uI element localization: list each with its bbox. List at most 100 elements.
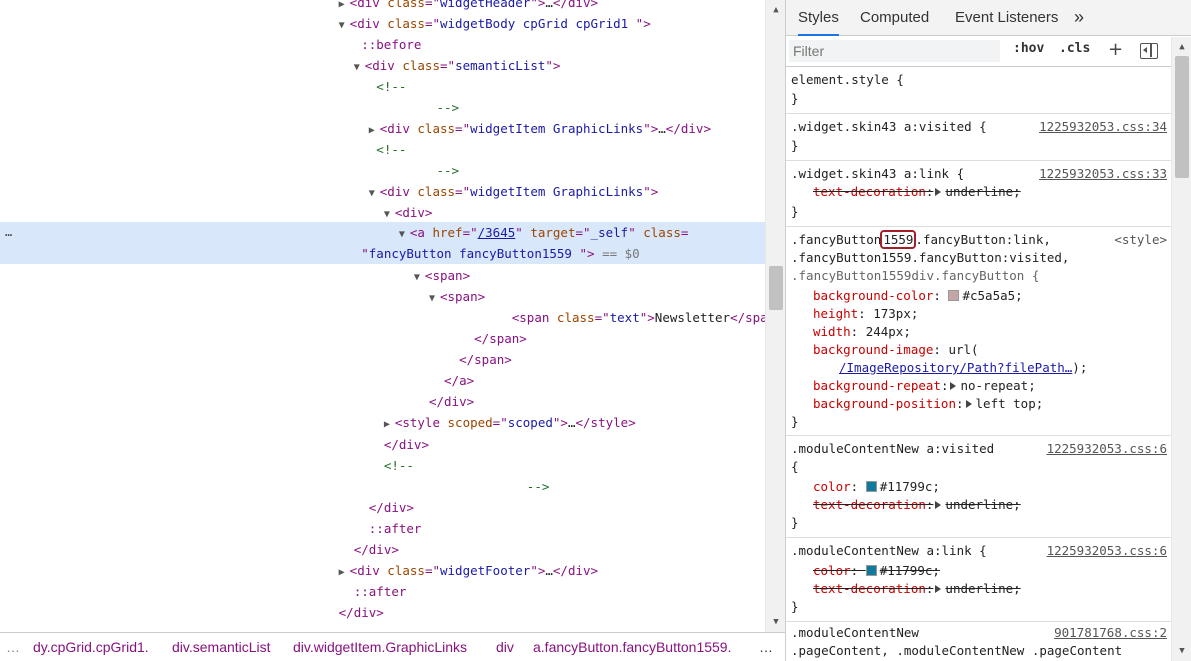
expand-shorthand-icon[interactable] xyxy=(935,501,942,509)
rule-widget-visited[interactable]: .widget.skin43 a:visited { 1225932053.cs… xyxy=(786,114,1171,161)
dom-node-span[interactable]: ▼ <span> xyxy=(0,286,765,307)
hover-state-button[interactable]: :hov xyxy=(1013,41,1044,56)
dom-comment-close[interactable]: --> xyxy=(0,160,765,181)
dom-node-anchor-selected[interactable]: … ▼ <a href="/3645" target="_self" class=… xyxy=(0,222,765,264)
expand-shorthand-icon[interactable] xyxy=(935,585,942,593)
dom-close-div[interactable]: </div> xyxy=(0,391,765,412)
expand-triangle-icon[interactable]: ▶ xyxy=(369,120,380,141)
tab-computed[interactable]: Computed xyxy=(860,0,929,36)
dom-pseudo-before[interactable]: ::before xyxy=(0,34,765,55)
breadcrumb-item-div[interactable]: div xyxy=(496,633,514,661)
tab-styles[interactable]: Styles xyxy=(798,0,839,36)
expand-shorthand-icon[interactable] xyxy=(950,382,957,390)
new-style-rule-icon[interactable]: + xyxy=(1108,39,1123,60)
breadcrumb-item-widget-body[interactable]: dy.cpGrid.cpGrid1. xyxy=(33,633,149,661)
scroll-up-arrow-icon[interactable]: ▲ xyxy=(770,4,782,16)
dom-close-a[interactable]: </a> xyxy=(0,370,765,391)
tab-event-listeners[interactable]: Event Listeners xyxy=(955,0,1058,36)
rule-source-link[interactable]: 1225932053.css:34 xyxy=(1039,118,1167,136)
declaration-background-image[interactable]: background-image: url( xyxy=(813,341,979,359)
scroll-down-arrow-icon[interactable]: ▼ xyxy=(770,616,782,628)
rule-module-visited[interactable]: .moduleContentNew a:visited 1225932053.c… xyxy=(786,436,1171,538)
rule-source-link[interactable]: 901781768.css:2 xyxy=(1054,624,1167,642)
collapse-triangle-icon[interactable]: ▼ xyxy=(354,57,365,78)
dom-node-style[interactable]: ▶ <style scoped="scoped">…</style> xyxy=(0,412,765,433)
image-url-link[interactable]: /ImageRepository/Path?filePath… xyxy=(839,360,1072,375)
declaration-height[interactable]: height: 173px; xyxy=(813,305,918,323)
overridden-declaration[interactable]: text-decoration: underline; xyxy=(813,183,1021,201)
dom-node-semantic-list[interactable]: ▼ <div class="semanticList"> xyxy=(0,55,765,76)
rule-source-link[interactable]: 1225932053.css:33 xyxy=(1039,165,1167,183)
dom-comment-close[interactable]: --> xyxy=(0,476,765,497)
dom-close-span[interactable]: </span> xyxy=(0,349,765,370)
dom-close-div[interactable]: </div> xyxy=(0,434,765,455)
rule-source-link[interactable]: 1225932053.css:6 xyxy=(1047,440,1167,458)
dom-close-div[interactable]: </div> xyxy=(0,539,765,560)
dom-node-widget-header[interactable]: ▶ <div class="widgetHeader">…</div> xyxy=(0,0,765,13)
dom-comment-open[interactable]: <!-- xyxy=(0,139,765,160)
dom-node-widget-footer[interactable]: ▶ <div class="widgetFooter">…</div> xyxy=(0,560,765,581)
expand-triangle-icon[interactable]: ▶ xyxy=(339,562,350,583)
collapse-triangle-icon[interactable]: ▼ xyxy=(399,224,410,245)
rule-element-style[interactable]: element.style { } xyxy=(786,67,1171,114)
declaration-background-color[interactable]: background-color: #c5a5a5; xyxy=(813,287,1023,305)
expand-triangle-icon[interactable]: ▶ xyxy=(384,414,395,435)
breadcrumb-item-anchor[interactable]: a.fancyButton.fancyButton1559. xyxy=(533,633,731,661)
dom-close-span[interactable]: </span> xyxy=(0,328,765,349)
dom-pseudo-after[interactable]: ::after xyxy=(0,581,765,602)
toggle-sidebar-icon[interactable] xyxy=(1140,43,1158,59)
expand-shorthand-icon[interactable] xyxy=(935,188,942,196)
declaration-background-repeat[interactable]: background-repeat: no-repeat; xyxy=(813,377,1036,395)
scroll-down-arrow-icon[interactable]: ▼ xyxy=(1176,645,1188,657)
overridden-declaration[interactable]: text-decoration: underline; xyxy=(813,580,1021,598)
dom-node-widget-item-expanded[interactable]: ▼ <div class="widgetItem GraphicLinks"> xyxy=(0,181,765,202)
dom-close-div[interactable]: </div> xyxy=(0,497,765,518)
rule-fancy-button[interactable]: .fancyButton 1559 .fancyButton:link, <styl… xyxy=(786,227,1171,436)
dom-node-span[interactable]: ▼ <span> xyxy=(0,265,765,286)
collapse-triangle-icon[interactable]: ▼ xyxy=(429,288,440,309)
dom-node-widget-item-collapsed[interactable]: ▶ <div class="widgetItem GraphicLinks">…<… xyxy=(0,118,765,139)
declaration-background-position[interactable]: background-position: left top; xyxy=(813,395,1043,413)
scrollbar-thumb[interactable] xyxy=(769,266,783,310)
collapse-triangle-icon[interactable]: ▼ xyxy=(339,15,350,36)
breadcrumb-item-widget-item[interactable]: div.widgetItem.GraphicLinks xyxy=(293,633,467,661)
breadcrumb-more-icon[interactable]: … xyxy=(759,633,773,661)
rule-module-page-content[interactable]: .moduleContentNew 901781768.css:2 .pageC… xyxy=(786,622,1171,661)
overridden-declaration-color[interactable]: color: #11799c; xyxy=(813,562,940,580)
color-swatch[interactable] xyxy=(865,481,877,492)
rule-module-link[interactable]: .moduleContentNew a:link { 1225932053.cs… xyxy=(786,538,1171,622)
dom-close-div[interactable]: </div> xyxy=(0,602,765,623)
color-swatch[interactable] xyxy=(948,290,960,301)
dom-pseudo-after[interactable]: ::after xyxy=(0,518,765,539)
declaration-color[interactable]: color: #11799c; xyxy=(813,478,940,496)
elements-scrollbar[interactable]: ▲ ▼ xyxy=(765,0,785,632)
breadcrumb-item-semantic-list[interactable]: div.semanticList xyxy=(172,633,271,661)
dom-comment-open[interactable]: <!-- xyxy=(0,455,765,476)
declaration-background-image-url[interactable]: /ImageRepository/Path?filePath…); xyxy=(839,359,1087,377)
rule-source-link[interactable]: 1225932053.css:6 xyxy=(1047,542,1167,560)
dom-node-div[interactable]: ▼ <div> xyxy=(0,202,765,223)
collapse-triangle-icon[interactable]: ▼ xyxy=(369,183,380,204)
rule-close-brace: } xyxy=(791,138,799,153)
expand-shorthand-icon[interactable] xyxy=(965,400,972,408)
declaration-width[interactable]: width: 244px; xyxy=(813,323,911,341)
dom-node-widget-body[interactable]: ▼ <div class="widgetBody cpGrid cpGrid1 "… xyxy=(0,13,765,34)
styles-scrollbar[interactable]: ▲ ▼ xyxy=(1171,37,1191,661)
breadcrumb-overflow-icon[interactable]: … xyxy=(6,633,20,661)
dom-comment-open[interactable]: <!-- xyxy=(0,76,765,97)
rule-source-style-tag[interactable]: <style> xyxy=(1114,231,1167,249)
href-link[interactable]: /3645 xyxy=(478,225,516,240)
scroll-up-arrow-icon[interactable]: ▲ xyxy=(1176,41,1188,53)
overridden-declaration[interactable]: text-decoration: underline; xyxy=(813,496,1021,514)
collapse-triangle-icon[interactable]: ▼ xyxy=(414,267,425,288)
class-toggle-button[interactable]: .cls xyxy=(1059,41,1090,56)
dom-node-span-text[interactable]: <span class="text">Newsletter</span> xyxy=(0,307,765,328)
elements-panel[interactable]: ▶ <div class="widgetHeader">…</div> ▼ <div… xyxy=(0,0,765,632)
filter-input[interactable] xyxy=(789,40,1000,62)
styles-sidebar: Styles Computed Event Listeners » :hov .… xyxy=(786,0,1191,661)
rule-widget-link[interactable]: .widget.skin43 a:link { 1225932053.css:3… xyxy=(786,161,1171,227)
dom-comment-close[interactable]: --> xyxy=(0,97,765,118)
scrollbar-thumb[interactable] xyxy=(1175,56,1189,178)
more-tabs-icon[interactable]: » xyxy=(1074,0,1084,36)
color-swatch[interactable] xyxy=(865,565,877,576)
